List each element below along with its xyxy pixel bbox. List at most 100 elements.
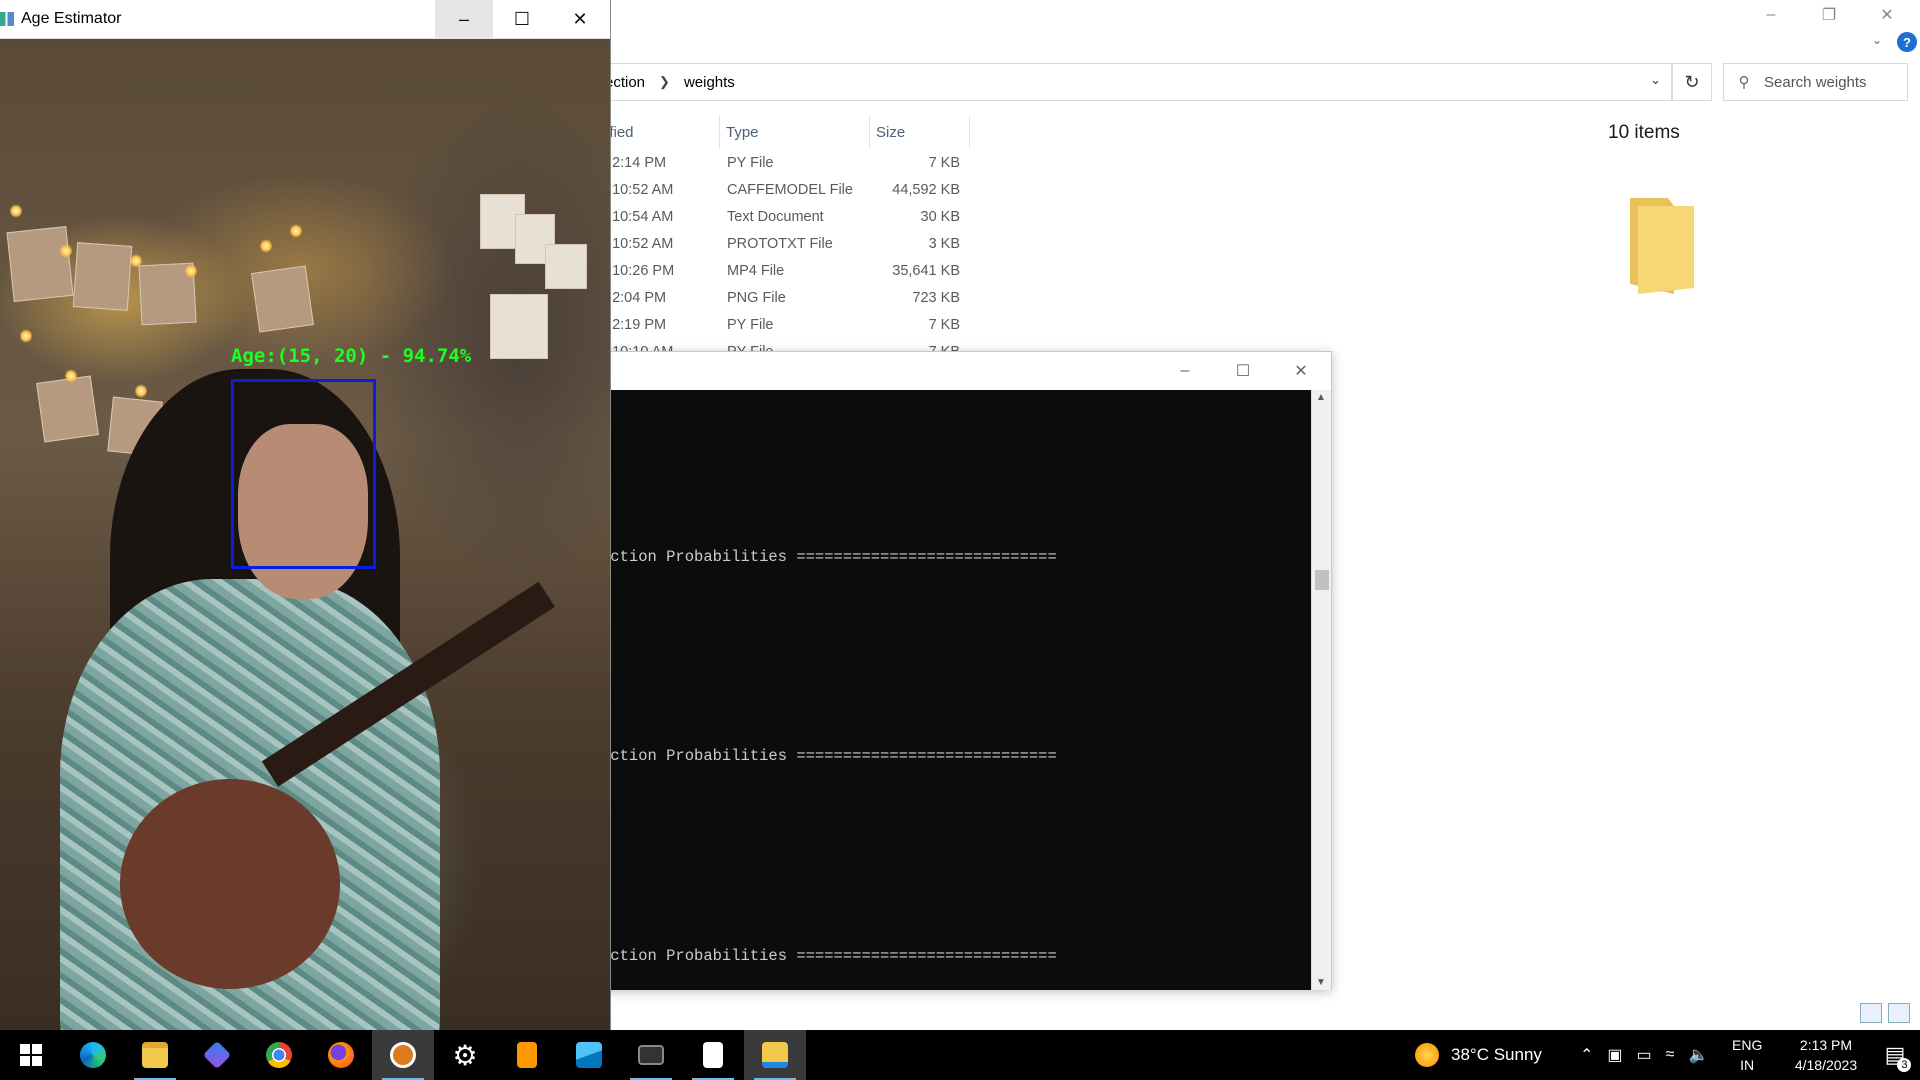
scroll-down-icon[interactable]: ▼: [1316, 977, 1326, 988]
taskbar-photos[interactable]: [558, 1030, 620, 1080]
taskbar-notepad[interactable]: [682, 1030, 744, 1080]
notification-center-button[interactable]: ▤ 3: [1870, 1030, 1920, 1080]
console-close-button[interactable]: ✕: [1272, 352, 1330, 390]
gear-icon: ⚙: [452, 1039, 478, 1071]
folder-icon[interactable]: [1628, 196, 1698, 296]
file-row[interactable]: 3 10:26 PM MP4 File 35,641 KB: [600, 258, 980, 285]
fairy-light: [135, 384, 147, 398]
taskbar-age-estimator[interactable]: [372, 1030, 434, 1080]
file-row[interactable]: 3 2:14 PM PY File 7 KB: [600, 150, 980, 177]
file-date: 3 10:52 AM: [600, 182, 674, 198]
age-close-button[interactable]: ✕: [551, 0, 609, 39]
breadcrumb-item[interactable]: ection: [605, 74, 645, 91]
taskbar-sublime[interactable]: [496, 1030, 558, 1080]
console-output: iction Probabilities ===================…: [601, 390, 1312, 990]
scroll-up-icon[interactable]: ▲: [1316, 392, 1326, 403]
file-type: MP4 File: [727, 263, 785, 279]
file-type: CAFFEMODEL File: [727, 182, 853, 198]
photos-icon: [576, 1042, 602, 1068]
wifi-icon[interactable]: ≈: [1666, 1046, 1675, 1064]
age-minimize-button[interactable]: –: [435, 0, 493, 39]
ribbon-expand-icon[interactable]: ⌄: [1872, 33, 1882, 47]
refresh-button[interactable]: ↻: [1672, 63, 1712, 101]
age-maximize-button[interactable]: ☐: [493, 0, 551, 39]
wall-photo: [36, 375, 99, 443]
wall-photo: [6, 226, 74, 302]
camera-icon[interactable]: ▣: [1607, 1045, 1622, 1065]
language-indicator[interactable]: ENG IN: [1732, 1030, 1762, 1080]
file-row[interactable]: 3 2:04 PM PNG File 723 KB: [600, 285, 980, 312]
windows-icon: [20, 1044, 42, 1066]
terminal-icon: [638, 1045, 664, 1065]
console-line: iction Probabilities ===================…: [601, 747, 1057, 765]
face-detection-box: [231, 379, 376, 569]
view-toggle: [1860, 1003, 1910, 1023]
wall-photo: [545, 244, 587, 289]
console-line: iction Probabilities ===================…: [601, 947, 1057, 965]
start-button[interactable]: [0, 1030, 62, 1080]
show-hidden-icons-icon[interactable]: ⌃: [1580, 1045, 1593, 1065]
language-code: ENG: [1732, 1037, 1763, 1053]
taskbar-edge[interactable]: [62, 1030, 124, 1080]
age-window-titlebar[interactable]: Age Estimator – ☐ ✕: [0, 0, 610, 39]
fairy-light: [290, 224, 302, 238]
window-title: Age Estimator: [21, 10, 122, 27]
search-input[interactable]: ⚲ Search weights: [1723, 63, 1908, 101]
search-icon: ⚲: [1738, 74, 1750, 91]
console-minimize-button[interactable]: –: [1156, 352, 1214, 390]
sublime-icon: [517, 1042, 537, 1068]
column-header-date[interactable]: ified: [600, 115, 720, 149]
taskbar: ⚙ 38°C Sunny ⌃ ▣ ▭ ≈ 🔈 ENG IN 2:13 PM 4/…: [0, 1030, 1920, 1080]
taskbar-settings[interactable]: ⚙: [434, 1030, 496, 1080]
taskbar-terminal[interactable]: [620, 1030, 682, 1080]
file-row[interactable]: 3 2:19 PM PY File 7 KB: [600, 312, 980, 339]
file-size: 44,592 KB: [892, 182, 960, 198]
breadcrumb-chevron-icon: ❯: [659, 74, 670, 89]
file-type: PY File: [727, 317, 774, 333]
fairy-light: [185, 264, 197, 278]
scrollbar-thumb[interactable]: [1315, 570, 1329, 590]
volume-icon[interactable]: 🔈: [1688, 1045, 1708, 1065]
breadcrumb-current[interactable]: weights: [684, 74, 735, 91]
ukulele-body: [120, 779, 340, 989]
taskbar-explorer-window[interactable]: [744, 1030, 806, 1080]
wall-photo: [72, 242, 133, 311]
address-bar[interactable]: ection ❯ weights ⌄: [600, 63, 1672, 101]
address-dropdown-icon[interactable]: ⌄: [1650, 72, 1661, 88]
edge-icon: [80, 1042, 106, 1068]
fairy-light: [260, 239, 272, 253]
file-row[interactable]: 3 10:54 AM Text Document 30 KB: [600, 204, 980, 231]
taskbar-chrome[interactable]: [248, 1030, 310, 1080]
explorer-restore-button[interactable]: ❐: [1800, 0, 1858, 30]
explorer-close-button[interactable]: ✕: [1858, 0, 1916, 30]
taskbar-copilot[interactable]: [186, 1030, 248, 1080]
python-app-icon: [390, 1042, 416, 1068]
clock[interactable]: 2:13 PM 4/18/2023: [1780, 1030, 1872, 1080]
console-line: iction Probabilities ===================…: [601, 548, 1057, 566]
file-type: Text Document: [727, 209, 824, 225]
file-type: PY File: [727, 155, 774, 171]
weather-widget[interactable]: 38°C Sunny: [1415, 1030, 1542, 1080]
file-size: 3 KB: [928, 236, 960, 252]
explorer-minimize-button[interactable]: –: [1742, 0, 1800, 30]
column-header-type[interactable]: Type: [720, 115, 870, 149]
clock-time: 2:13 PM: [1799, 1037, 1853, 1053]
taskbar-firefox[interactable]: [310, 1030, 372, 1080]
taskbar-file-explorer[interactable]: [124, 1030, 186, 1080]
column-header-size[interactable]: Size: [870, 115, 970, 149]
file-date: 3 10:52 AM: [600, 236, 674, 252]
file-row[interactable]: 3 10:52 AM PROTOTXT File 3 KB: [600, 231, 980, 258]
file-row[interactable]: 3 10:52 AM CAFFEMODEL File 44,592 KB: [600, 177, 980, 204]
details-view-button[interactable]: [1860, 1003, 1882, 1023]
file-type: PROTOTXT File: [727, 236, 833, 252]
console-scrollbar[interactable]: ▲ ▼: [1311, 390, 1331, 990]
item-count: 10 items: [1608, 122, 1680, 143]
copilot-icon: [202, 1040, 232, 1070]
console-maximize-button[interactable]: ☐: [1214, 352, 1272, 390]
battery-icon[interactable]: ▭: [1637, 1045, 1652, 1065]
notepad-icon: [703, 1042, 723, 1068]
console-titlebar[interactable]: – ☐ ✕: [601, 352, 1331, 390]
console-window: – ☐ ✕ iction Probabilities =============…: [600, 351, 1332, 990]
large-icons-view-button[interactable]: [1888, 1003, 1910, 1023]
help-icon[interactable]: ?: [1897, 32, 1917, 52]
